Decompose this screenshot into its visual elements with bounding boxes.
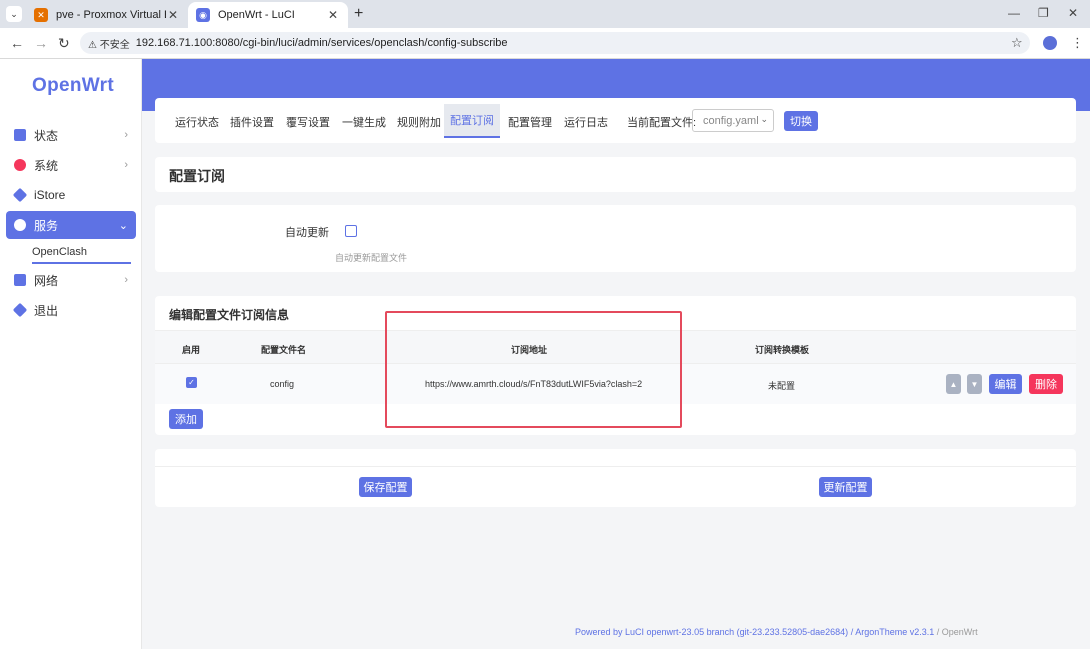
profile-avatar[interactable] [1043,36,1057,50]
edit-button[interactable]: 编辑 [989,374,1022,394]
url-input[interactable]: ⚠ 不安全 192.168.71.100:8080/cgi-bin/luci/a… [80,32,1030,54]
tab-one-click-generate[interactable]: 一键生成 [336,106,392,138]
table-row: ✓ config https://www.amrth.cloud/s/FnT83… [155,364,1076,404]
sidebar-item-label: 服务 [34,218,59,233]
subscription-card: 编辑配置文件订阅信息 启用 配置文件名 订阅地址 订阅转换模板 ✓ config… [155,296,1076,435]
new-tab-button[interactable]: + [354,5,363,23]
openwrt-logo[interactable]: OpenWrt [32,75,114,97]
footer: Powered by LuCI openwrt-23.05 branch (gi… [575,627,978,637]
column-header-convert-template: 订阅转换模板 [755,345,810,355]
row-config-name: config [270,379,295,389]
browser-menu-icon[interactable]: ⋮ [1071,35,1084,51]
page-title: 配置订阅 [169,168,225,184]
dashboard-icon [14,129,26,141]
window-close-icon[interactable]: ✕ [1068,6,1078,20]
restore-icon[interactable]: ❐ [1038,6,1049,20]
config-select-value: config.yaml [703,114,759,127]
footer-luci-link[interactable]: Powered by LuCI openwrt-23.05 branch (gi… [575,627,848,637]
tab-run-log[interactable]: 运行日志 [558,106,614,138]
forward-icon[interactable]: → [34,35,48,51]
config-select[interactable]: config.yaml ⌄ [692,109,774,132]
add-button[interactable]: 添加 [169,409,203,429]
proxmox-icon: ✕ [34,8,48,22]
browser-tab-openwrt[interactable]: ◉ OpenWrt - LuCI ✕ [188,2,348,28]
address-bar: ← → ↻ ⚠ 不安全 192.168.71.100:8080/cgi-bin/… [0,28,1090,59]
row-enabled-checkbox[interactable]: ✓ [186,377,197,388]
move-down-button[interactable]: ▼ [967,374,982,394]
tab-title: pve - Proxmox Virtual Environ [56,9,166,21]
column-header-subscribe-url: 订阅地址 [511,345,548,355]
bookmark-star-icon[interactable]: ☆ [1011,35,1023,51]
auto-update-card: 自动更新 自动更新配置文件 [155,205,1076,272]
close-icon[interactable]: ✕ [326,8,340,22]
cube-icon [12,187,28,203]
page-title-card: 配置订阅 [155,157,1076,192]
tabs-card: 运行状态 插件设置 覆写设置 一键生成 规则附加 配置订阅 配置管理 运行日志 … [155,98,1076,143]
sidebar-item-label: 状态 [34,128,59,143]
tab-config-subscribe[interactable]: 配置订阅 [444,104,500,138]
logout-icon [12,302,28,318]
url-text: 192.168.71.100:8080/cgi-bin/luci/admin/s… [135,37,508,49]
sidebar: OpenWrt 状态 › 系统 › iStore 服务 ⌄ OpenClash … [0,59,142,649]
tab-plugin-settings[interactable]: 插件设置 [224,106,280,138]
move-up-button[interactable]: ▲ [946,374,961,394]
back-icon[interactable]: ← [10,35,24,51]
chevron-right-icon: › [124,159,128,171]
reload-icon[interactable]: ↻ [58,35,70,52]
tab-config-manage[interactable]: 配置管理 [502,106,558,138]
current-config-label: 当前配置文件: [627,117,697,129]
browser-tab-pve[interactable]: ✕ pve - Proxmox Virtual Environ ✕ [26,2,188,28]
sidebar-item-system[interactable]: 系统 › [6,151,136,179]
tab-override-settings[interactable]: 覆写设置 [280,106,336,138]
row-template: 未配置 [768,381,796,391]
footer-theme-link[interactable]: / ArgonTheme v2.3.1 [848,627,935,637]
divider [155,466,1076,467]
subscription-title: 编辑配置文件订阅信息 [169,308,290,322]
auto-update-checkbox[interactable] [345,225,357,237]
save-config-button[interactable]: 保存配置 [359,477,412,497]
column-header-config-name: 配置文件名 [261,345,307,355]
close-icon[interactable]: ✕ [166,8,180,22]
main-content: 运行状态 插件设置 覆写设置 一键生成 规则附加 配置订阅 配置管理 运行日志 … [142,59,1090,649]
sidebar-item-services[interactable]: 服务 ⌄ [6,211,136,239]
auto-update-description: 自动更新配置文件 [335,253,408,263]
tab-rule-append[interactable]: 规则附加 [391,106,447,138]
sidebar-item-label: 退出 [34,303,59,318]
sidebar-item-label: 网络 [34,273,59,288]
insecure-badge[interactable]: ⚠ 不安全 [88,36,130,51]
chevron-right-icon: › [124,129,128,141]
sidebar-item-label: 系统 [34,158,59,173]
actions-card: 保存配置 更新配置 [155,449,1076,507]
services-icon [14,219,26,231]
openwrt-icon: ◉ [196,8,210,22]
update-config-button[interactable]: 更新配置 [819,477,872,497]
tab-search-button[interactable]: ⌄ [6,6,22,22]
auto-update-label: 自动更新 [285,227,329,239]
chevron-right-icon: › [124,274,128,286]
delete-button[interactable]: 删除 [1029,374,1063,394]
sidebar-item-network[interactable]: 网络 › [6,266,136,294]
column-header-enabled: 启用 [182,345,201,355]
tab-run-status[interactable]: 运行状态 [169,106,225,138]
sidebar-item-label: iStore [34,188,66,202]
chevron-down-icon: ⌄ [118,219,128,232]
minimize-icon[interactable]: — [1008,6,1020,20]
table-header: 启用 配置文件名 订阅地址 订阅转换模板 [155,330,1076,364]
chevron-down-icon: ⌄ [760,114,768,124]
footer-openwrt: / OpenWrt [934,627,978,637]
network-icon [14,274,26,286]
sidebar-item-status[interactable]: 状态 › [6,121,136,149]
sidebar-item-logout[interactable]: 退出 [6,296,136,324]
sidebar-item-istore[interactable]: iStore [6,181,136,209]
sidebar-subitem-openclash[interactable]: OpenClash [32,246,131,264]
switch-button[interactable]: 切换 [784,111,818,131]
browser-tab-bar: ⌄ ✕ pve - Proxmox Virtual Environ ✕ ◉ Op… [0,0,1090,28]
gear-icon [14,159,26,171]
tab-title: OpenWrt - LuCI [218,9,295,21]
row-subscribe-url: https://www.amrth.cloud/s/FnT83dutLWIF5v… [425,379,643,389]
